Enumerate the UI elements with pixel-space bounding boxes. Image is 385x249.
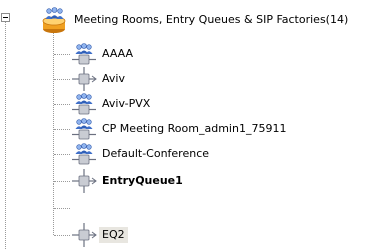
meeting-room-icon [70, 142, 98, 166]
tree-item-aviv-pvx[interactable]: Aviv-PVX [70, 92, 153, 116]
tree-connector-horizontal [54, 235, 70, 236]
tree-root[interactable]: Meeting Rooms, Entry Queues & SIP Factor… [40, 6, 351, 34]
tree-item-label: Aviv-PVX [102, 97, 151, 110]
tree-connector-horizontal [54, 79, 70, 80]
tree-connector-horizontal [54, 104, 70, 105]
tree-item-label: EntryQueue1 [102, 174, 183, 187]
tree-connector-horizontal [54, 54, 70, 55]
meeting-room-icon [70, 42, 98, 66]
tree-connector-horizontal [54, 208, 70, 209]
tree-item-aviv[interactable]: Aviv [70, 67, 128, 91]
meeting-room-icon [70, 92, 98, 116]
entry-queue-icon [70, 223, 98, 247]
entry-queue-icon [70, 169, 98, 193]
meeting-room-icon [70, 117, 98, 141]
tree-item-label: Aviv [102, 72, 125, 85]
tree-item-default-conference[interactable]: Default-Conference [70, 142, 212, 166]
database-people-icon [40, 6, 70, 34]
collapse-toggle[interactable] [1, 13, 10, 22]
tree-root-label: Meeting Rooms, Entry Queues & SIP Factor… [74, 13, 349, 26]
tree-item-eq2[interactable]: EQ2 [70, 223, 128, 247]
tree-connector-horizontal [54, 129, 70, 130]
tree-item-label: EQ2 [99, 227, 128, 243]
tree-connector-horizontal [54, 181, 70, 182]
tree-connector-vertical [53, 184, 54, 235]
tree-connector-horizontal [54, 154, 70, 155]
tree-item-label: Default-Conference [102, 147, 210, 160]
meeting-rooms-tree: Meeting Rooms, Entry Queues & SIP Factor… [0, 0, 385, 249]
entry-queue-icon [70, 67, 98, 91]
tree-item-label: AAAA [102, 47, 134, 60]
tree-item-label: CP Meeting Room_admin1_75911 [102, 122, 287, 135]
tree-item-entryqueue1[interactable]: EntryQueue1 [70, 169, 186, 193]
tree-connector-vertical [5, 22, 6, 249]
tree-item-aaaa[interactable]: AAAA [70, 42, 136, 66]
tree-item-cp-meeting-room[interactable]: CP Meeting Room_admin1_75911 [70, 117, 289, 141]
